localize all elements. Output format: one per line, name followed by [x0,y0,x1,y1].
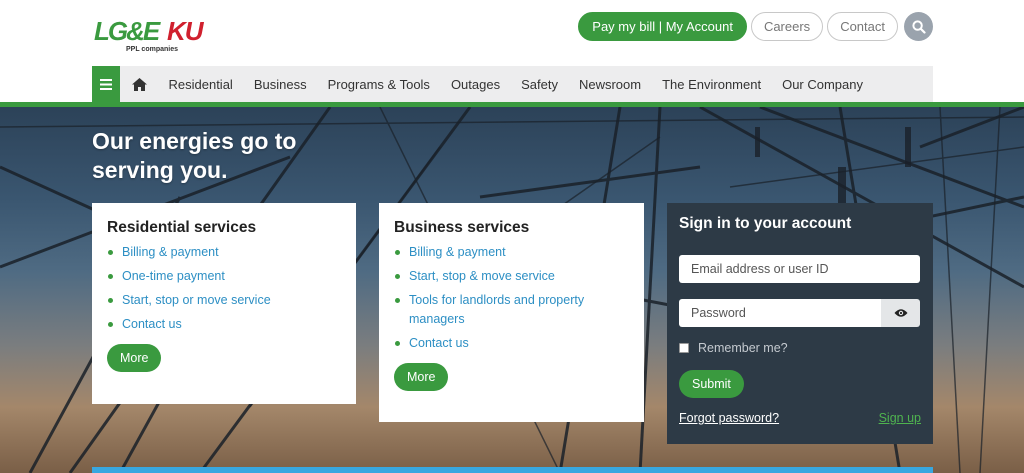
site-header: LG&E KU PPL companies Pay my bill | My A… [0,0,1024,66]
sign-in-title: Sign in to your account [679,215,852,232]
remember-me-row: Remember me? [679,341,921,355]
lge-ku-logo[interactable]: LG&E KU PPL companies [94,12,224,56]
alert-banner-edge [92,467,933,473]
nav-item-outages[interactable]: Outages [440,66,510,102]
residential-link-contact[interactable]: Contact us [107,315,341,334]
residential-link-start-stop-move[interactable]: Start, stop or move service [107,291,341,310]
submit-button[interactable]: Submit [679,370,744,398]
nav-item-safety[interactable]: Safety [511,66,569,102]
nav-item-programs-tools[interactable]: Programs & Tools [317,66,440,102]
password-row: Password [679,299,920,327]
business-link-billing[interactable]: Billing & payment [394,243,629,262]
show-password-button[interactable] [881,299,920,327]
business-link-start-stop-move[interactable]: Start, stop & move service [394,267,629,286]
hero-section: Our energies go to serving you. Resident… [0,107,1024,473]
ku-logo-text: KU [167,16,205,46]
sign-in-links: Forgot password? Sign up [679,411,921,425]
business-services-title: Business services [394,219,530,236]
residential-services-card: Residential services Billing & payment O… [92,203,356,404]
home-icon [131,77,147,91]
forgot-password-link[interactable]: Forgot password? [679,411,779,425]
sign-up-link[interactable]: Sign up [879,411,921,425]
logo-tagline: PPL companies [126,46,178,53]
main-nav: Residential Business Programs & Tools Ou… [92,66,933,102]
residential-links: Billing & payment One-time payment Start… [107,243,341,334]
residential-services-title: Residential services [107,219,257,236]
email-field[interactable]: Email address or user ID [679,255,920,283]
lge-logo-text: LG&E [94,16,161,46]
pay-bill-my-account-button[interactable]: Pay my bill | My Account [578,12,747,41]
business-link-contact[interactable]: Contact us [394,334,629,353]
search-button[interactable] [904,12,933,41]
nav-item-environment[interactable]: The Environment [652,66,772,102]
contact-button[interactable]: Contact [827,12,898,41]
business-links: Billing & payment Start, stop & move ser… [394,243,629,353]
search-icon [911,19,926,34]
business-link-landlord-tools[interactable]: Tools for landlords and property manager… [394,291,629,329]
hamburger-icon [100,78,112,90]
nav-item-residential[interactable]: Residential [158,66,243,102]
remember-me-checkbox[interactable] [679,343,689,353]
careers-button[interactable]: Careers [750,12,824,41]
password-field[interactable]: Password [679,299,881,327]
sign-in-panel: Sign in to your account Email address or… [667,203,933,444]
nav-item-our-company[interactable]: Our Company [772,66,874,102]
home-button[interactable] [120,66,158,102]
nav-item-newsroom[interactable]: Newsroom [568,66,651,102]
business-services-card: Business services Billing & payment Star… [379,203,644,422]
menu-button[interactable] [92,66,120,102]
eye-icon [894,309,907,317]
residential-more-button[interactable]: More [107,344,162,372]
remember-me-label: Remember me? [698,341,788,355]
top-actions: Pay my bill | My Account Careers Contact [578,12,933,41]
residential-link-one-time-payment[interactable]: One-time payment [107,267,341,286]
nav-item-business[interactable]: Business [243,66,317,102]
residential-link-billing[interactable]: Billing & payment [107,243,341,262]
business-more-button[interactable]: More [394,363,449,391]
hero-title: Our energies go to serving you. [92,128,297,183]
